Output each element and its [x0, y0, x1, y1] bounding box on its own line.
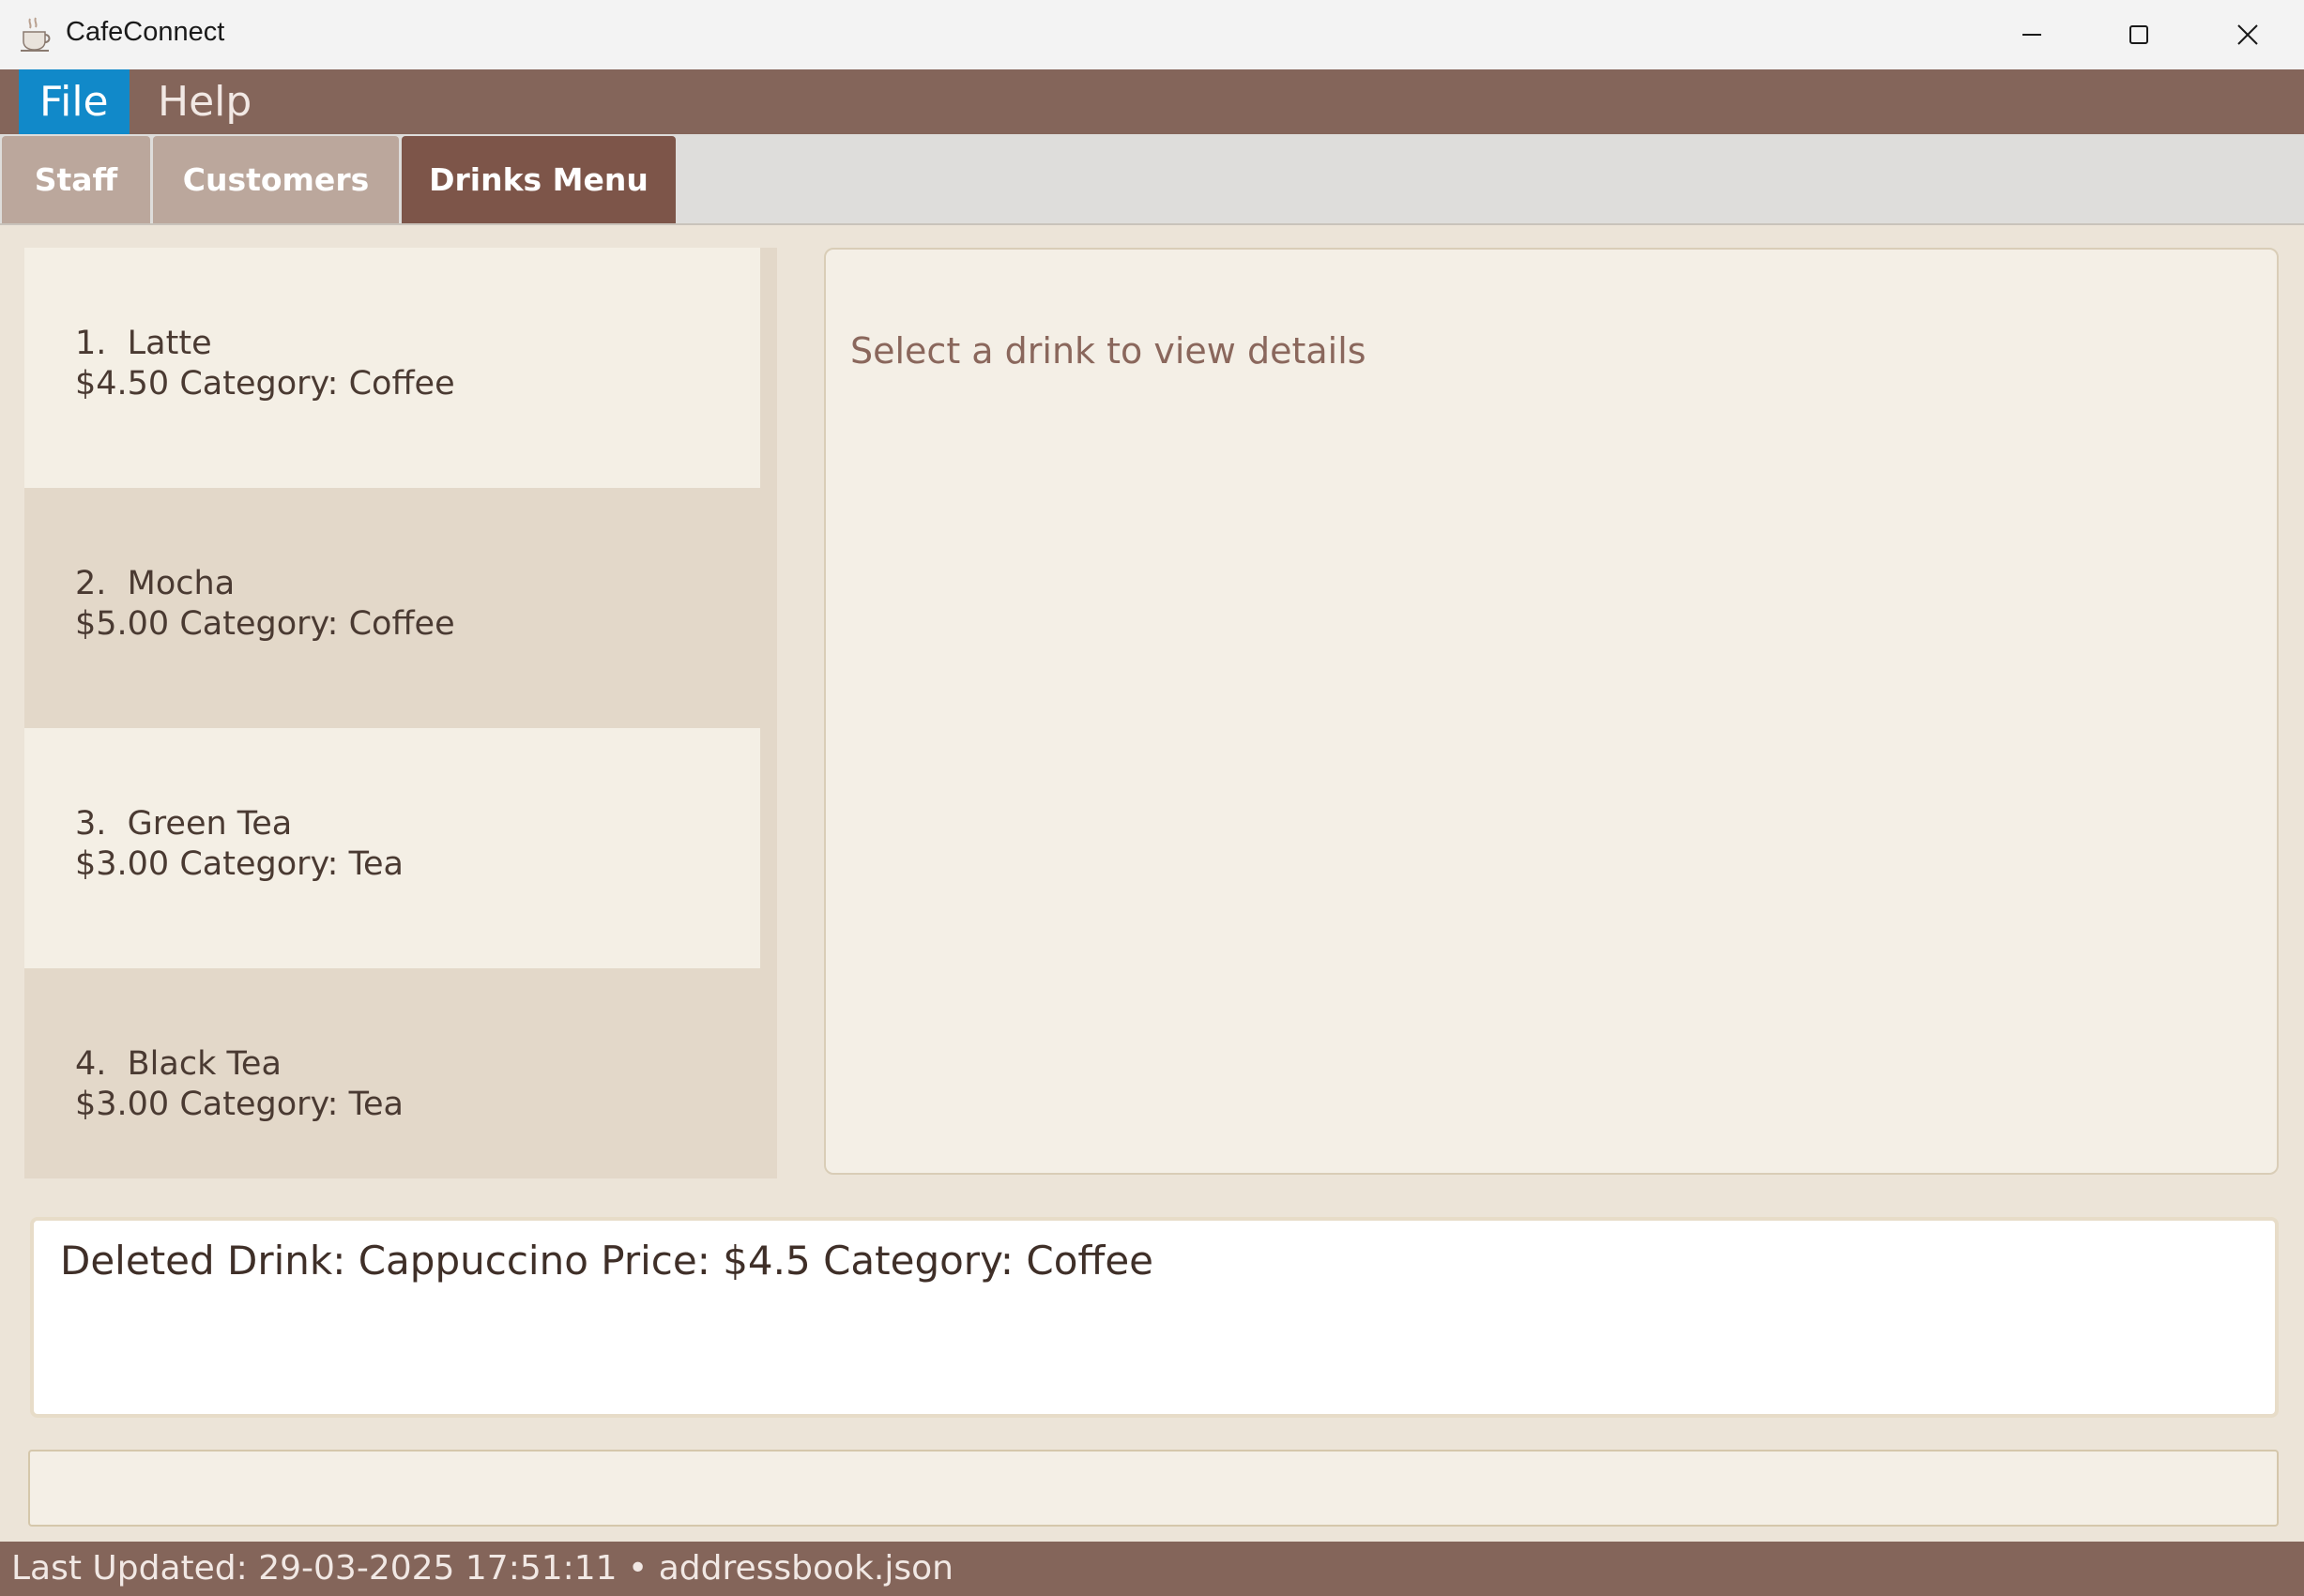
detail-placeholder: Select a drink to view details [850, 330, 1366, 372]
drink-price: $3.00 [75, 1086, 170, 1123]
result-display[interactable]: Deleted Drink: Cappuccino Price: $4.5 Ca… [30, 1217, 2279, 1418]
drink-index: 1. [75, 325, 107, 362]
drink-category: Category: Tea [179, 1086, 404, 1123]
drink-details-row: $5.00 Category: Coffee [75, 605, 455, 643]
menu-bar: File Help [0, 69, 2304, 134]
drink-name: Green Tea [127, 805, 293, 843]
status-bar: Last Updated: 29-03-2025 17:51:11 • addr… [0, 1542, 2304, 1596]
command-input[interactable] [28, 1450, 2279, 1527]
drink-name-row: 2. Mocha [75, 565, 235, 602]
maximize-button[interactable] [2085, 0, 2192, 69]
coffee-cup-icon [21, 17, 51, 52]
drink-price: $3.00 [75, 845, 170, 883]
tab-staff[interactable]: Staff [2, 136, 150, 223]
drinks-list[interactable]: 1. Latte $4.50 Category: Coffee 2. Mocha… [24, 248, 777, 1178]
list-item-drink-3[interactable]: 3. Green Tea $3.00 Category: Tea [24, 728, 760, 968]
close-button[interactable] [2194, 0, 2301, 69]
drink-name: Mocha [127, 565, 236, 602]
menu-help[interactable]: Help [137, 69, 272, 134]
drink-index: 4. [75, 1045, 107, 1083]
drink-name-row: 4. Black Tea [75, 1045, 282, 1083]
tab-strip: Staff Customers Drinks Menu [0, 134, 2304, 225]
menu-file[interactable]: File [19, 69, 130, 134]
minimize-icon [2022, 34, 2041, 36]
main-content: 1. Latte $4.50 Category: Coffee 2. Mocha… [0, 227, 2304, 1198]
status-text: Last Updated: 29-03-2025 17:51:11 • addr… [11, 1549, 954, 1588]
maximize-icon [2129, 25, 2148, 44]
drink-name-row: 3. Green Tea [75, 805, 292, 843]
drink-details-row: $4.50 Category: Coffee [75, 365, 455, 403]
drink-details-row: $3.00 Category: Tea [75, 845, 404, 883]
list-item-drink-2[interactable]: 2. Mocha $5.00 Category: Coffee [24, 488, 760, 728]
command-area [0, 1436, 2304, 1542]
minimize-button[interactable] [1978, 0, 2085, 69]
result-message: Deleted Drink: Cappuccino Price: $4.5 Ca… [60, 1238, 1154, 1284]
drink-name: Black Tea [127, 1045, 282, 1083]
list-item-drink-1[interactable]: 1. Latte $4.50 Category: Coffee [24, 248, 760, 488]
drink-name: Latte [127, 325, 212, 362]
drink-name-row: 1. Latte [75, 325, 212, 362]
drink-index: 2. [75, 565, 107, 602]
drink-price: $4.50 [75, 365, 170, 403]
result-display-area: Deleted Drink: Cappuccino Price: $4.5 Ca… [0, 1200, 2304, 1436]
drink-detail-panel: Select a drink to view details [824, 248, 2279, 1175]
drink-category: Category: Coffee [179, 605, 455, 643]
drink-category: Category: Tea [179, 845, 404, 883]
tab-drinks-menu[interactable]: Drinks Menu [402, 136, 676, 223]
drink-details-row: $3.00 Category: Tea [75, 1086, 404, 1123]
drink-category: Category: Coffee [179, 365, 455, 403]
close-icon [2237, 24, 2258, 45]
app-title: CafeConnect [66, 17, 225, 47]
drink-index: 3. [75, 805, 107, 843]
list-item-drink-4[interactable]: 4. Black Tea $3.00 Category: Tea [24, 968, 760, 1178]
drink-price: $5.00 [75, 605, 170, 643]
title-bar: CafeConnect [0, 0, 2304, 69]
tab-customers[interactable]: Customers [153, 136, 399, 223]
